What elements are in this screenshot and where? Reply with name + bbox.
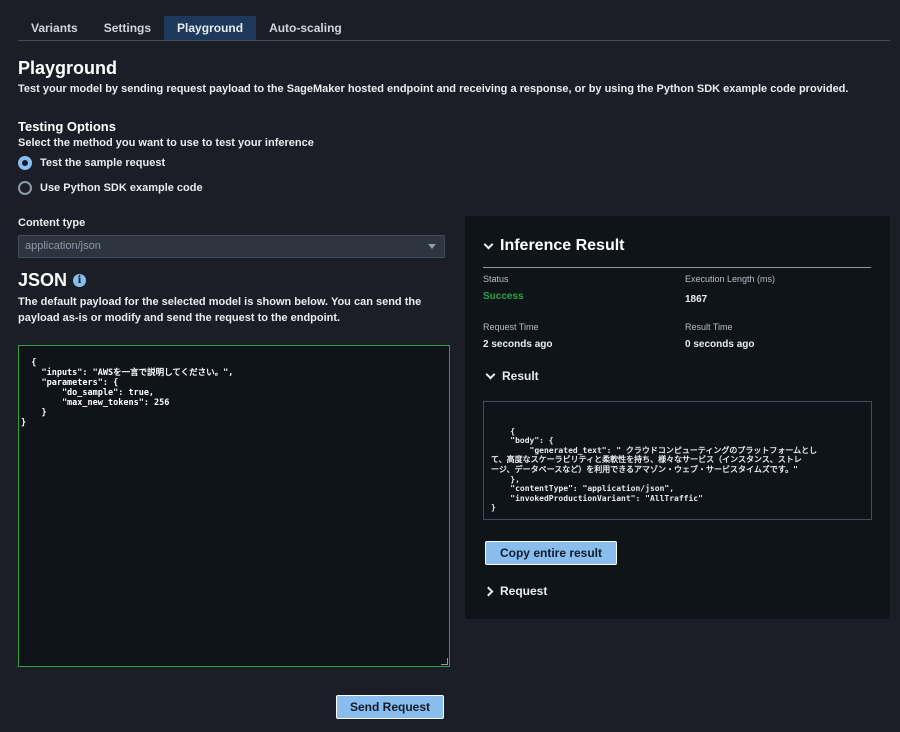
status-field: Status Success — [483, 274, 524, 302]
send-request-button[interactable]: Send Request — [336, 695, 444, 719]
divider — [483, 267, 871, 268]
radio-button-checked[interactable] — [18, 156, 32, 170]
copy-entire-result-button[interactable]: Copy entire result — [485, 541, 617, 565]
inference-result-title: Inference Result — [500, 237, 625, 254]
result-toggle[interactable]: Result — [485, 369, 539, 383]
chevron-down-icon — [483, 239, 494, 249]
execution-length-field: Execution Length (ms) 1867 — [685, 274, 775, 305]
status-label: Status — [483, 274, 509, 284]
result-text: { "body": { "generated_text": " クラウドコンピュ… — [491, 426, 818, 513]
chevron-down-icon — [485, 369, 496, 379]
testing-options-title: Testing Options — [18, 119, 116, 134]
tab-playground[interactable]: Playground — [164, 16, 257, 40]
tab-settings[interactable]: Settings — [91, 16, 164, 40]
radio-label: Use Python SDK example code — [40, 182, 203, 194]
content-type-value: application/json — [25, 240, 101, 252]
page-title: Playground — [18, 58, 118, 78]
tab-auto-scaling[interactable]: Auto-scaling — [256, 16, 355, 40]
result-time-value: 0 seconds ago — [685, 339, 755, 350]
tab-bar: Variants Settings Playground Auto-scalin… — [18, 16, 890, 41]
json-section-header: JSON i — [18, 270, 87, 291]
resize-handle-icon[interactable] — [441, 658, 448, 665]
status-value: Success — [483, 291, 524, 302]
tab-variants[interactable]: Variants — [18, 16, 91, 40]
radio-python-sdk[interactable]: Use Python SDK example code — [18, 181, 203, 195]
content-type-select[interactable]: application/json — [18, 235, 445, 258]
radio-button-unchecked[interactable] — [18, 181, 32, 195]
inference-result-panel: Inference Result Status Success Executio… — [465, 216, 890, 619]
chevron-right-icon — [483, 586, 494, 596]
execution-length-value: 1867 — [685, 294, 708, 305]
json-payload-editor[interactable]: { "inputs": "AWSを一言で説明してください。", "paramet… — [18, 345, 450, 667]
request-toggle[interactable]: Request — [483, 584, 548, 598]
result-label: Result — [502, 369, 539, 383]
testing-options-hint: Select the method you want to use to tes… — [18, 137, 314, 149]
json-description: The default payload for the selected mod… — [18, 296, 422, 324]
radio-label: Test the sample request — [40, 157, 166, 169]
inference-result-toggle[interactable]: Inference Result — [483, 237, 625, 255]
page-subtitle: Test your model by sending request paylo… — [18, 83, 849, 95]
radio-test-sample-request[interactable]: Test the sample request — [18, 156, 165, 170]
request-time-label: Request Time — [483, 322, 539, 332]
request-label: Request — [500, 584, 548, 598]
result-time-field: Result Time 0 seconds ago — [685, 322, 754, 350]
content-type-label: Content type — [18, 217, 86, 229]
request-time-value: 2 seconds ago — [483, 339, 553, 350]
info-icon[interactable]: i — [73, 274, 87, 287]
request-time-field: Request Time 2 seconds ago — [483, 322, 552, 350]
result-time-label: Result Time — [685, 322, 733, 332]
execution-length-label: Execution Length (ms) — [685, 274, 776, 284]
result-output: { "body": { "generated_text": " クラウドコンピュ… — [483, 401, 872, 520]
json-title: JSON — [18, 270, 68, 290]
caret-down-icon — [428, 244, 436, 249]
json-payload-text: { "inputs": "AWSを一言で説明してください。", "paramet… — [21, 358, 234, 428]
